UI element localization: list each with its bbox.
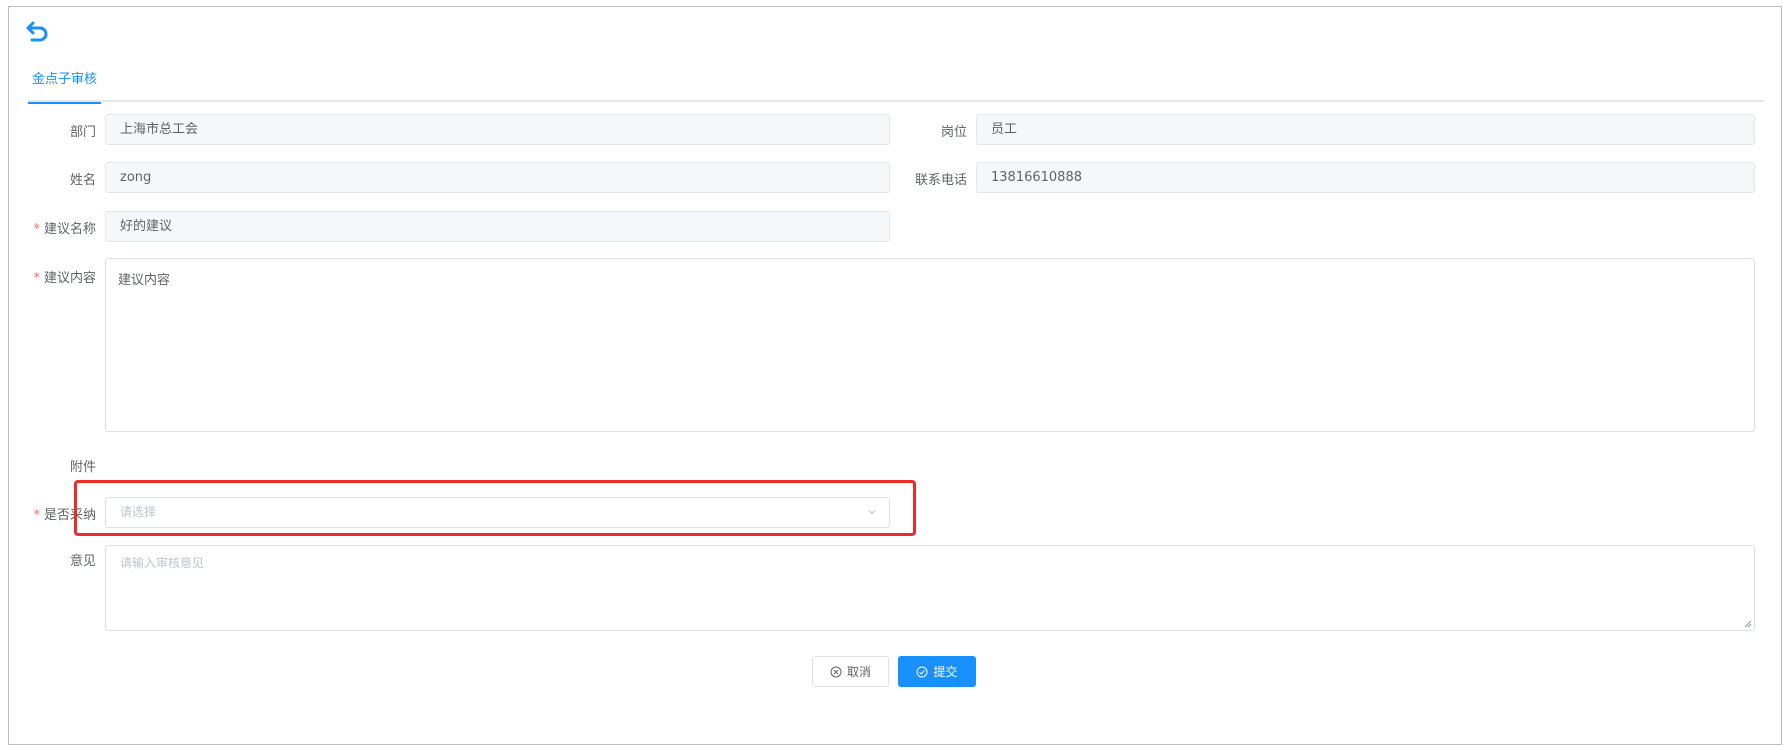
- department-field: 上海市总工会: [105, 114, 890, 145]
- adopted-label-text: 是否采纳: [43, 508, 96, 523]
- adopted-select-placeholder: 请选择: [120, 505, 157, 519]
- position-field: 员工: [976, 114, 1755, 145]
- cancel-button[interactable]: 取消: [812, 656, 889, 687]
- submit-button-label: 提交: [933, 665, 958, 679]
- cancel-circle-icon: [830, 666, 842, 677]
- adopted-select[interactable]: 请选择: [105, 497, 890, 528]
- cancel-button-label: 取消: [846, 665, 871, 679]
- suggestion-content-field: 建议内容: [105, 258, 1755, 432]
- opinion-textarea[interactable]: [105, 545, 1755, 631]
- department-label: 部门: [69, 125, 96, 140]
- resize-grip-icon[interactable]: [1742, 618, 1752, 628]
- phone-field: 13816610888: [976, 162, 1755, 193]
- suggestion-content-label: * 建议内容: [33, 267, 96, 286]
- name-label: 姓名: [69, 173, 96, 188]
- tab-golden-idea-review[interactable]: 金点子审核: [28, 58, 102, 104]
- adopted-label: * 是否采纳: [33, 504, 96, 523]
- chevron-down-icon: [868, 510, 876, 515]
- required-asterisk: *: [33, 222, 40, 237]
- suggestion-content-label-text: 建议内容: [43, 271, 96, 286]
- opinion-label: 意见: [69, 554, 96, 569]
- suggestion-name-field: 好的建议: [105, 211, 890, 242]
- required-asterisk: *: [33, 271, 40, 286]
- position-label: 岗位: [940, 125, 967, 140]
- phone-label: 联系电话: [914, 173, 967, 188]
- submit-button[interactable]: 提交: [898, 656, 976, 687]
- suggestion-name-label-text: 建议名称: [43, 222, 96, 237]
- attachment-label: 附件: [69, 460, 96, 475]
- tab-bar: 金点子审核: [28, 58, 1764, 104]
- name-field: zong: [105, 162, 890, 193]
- check-circle-icon: [916, 666, 928, 677]
- back-arrow-icon: [26, 21, 48, 42]
- suggestion-name-label: * 建议名称: [33, 218, 96, 237]
- required-asterisk: *: [33, 508, 40, 523]
- back-button[interactable]: [22, 16, 54, 46]
